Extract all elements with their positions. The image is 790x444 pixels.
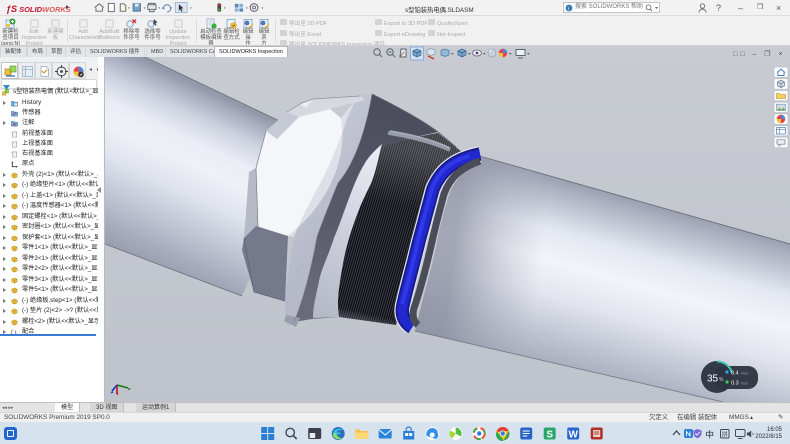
svg-text:0.4: 0.4 (731, 371, 739, 377)
svg-text:%: % (719, 377, 724, 383)
svg-text:KB/s: KB/s (741, 382, 749, 386)
svg-text:35: 35 (707, 374, 719, 385)
svg-text:KB/s: KB/s (741, 372, 749, 376)
svg-text:S: S (546, 430, 553, 441)
svg-text:拼: 拼 (722, 430, 728, 438)
svg-text:W: W (569, 430, 579, 441)
svg-text:中: 中 (706, 430, 715, 440)
svg-text:0.3: 0.3 (731, 381, 739, 387)
